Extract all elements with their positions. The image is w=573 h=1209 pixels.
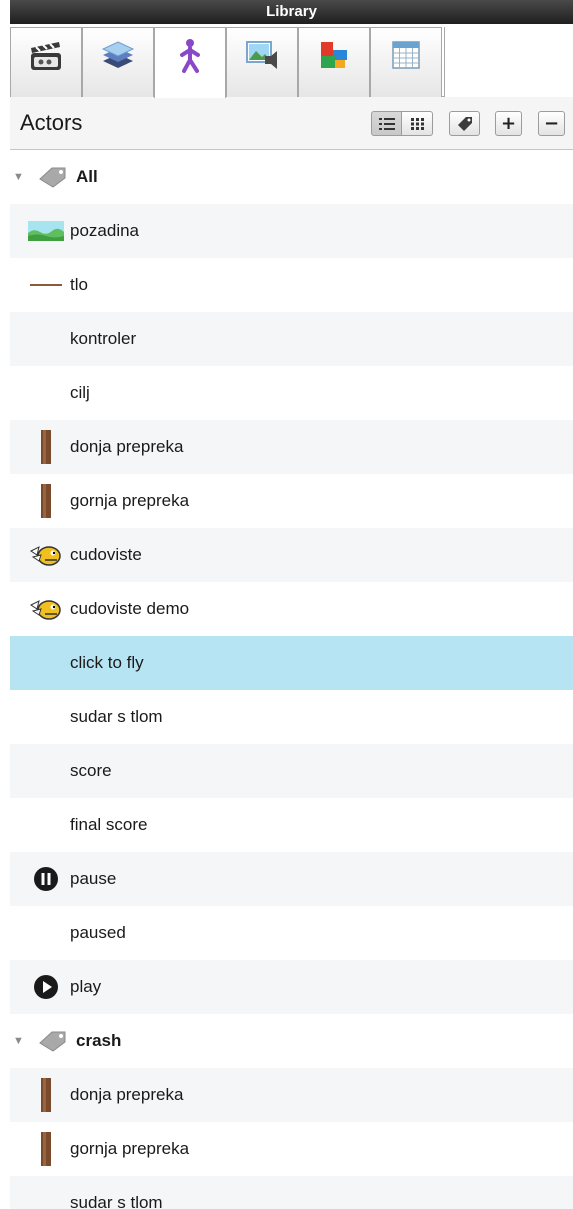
list-item[interactable]: final score <box>10 798 573 852</box>
list-item-label: sudar s tlom <box>70 1193 163 1209</box>
tab-game-settings[interactable] <box>10 27 82 97</box>
list-item[interactable]: sudar s tlom <box>10 1176 573 1209</box>
library-title: Library <box>266 3 317 20</box>
expand-triangle-icon[interactable]: ▼ <box>13 171 24 183</box>
list-item[interactable]: gornja prepreka <box>10 474 573 528</box>
list-item[interactable]: sudar s tlom <box>10 690 573 744</box>
monster-icon <box>27 597 65 621</box>
table-icon <box>392 41 420 69</box>
list-item-label: cudoviste <box>70 545 142 564</box>
list-item-label: pozadina <box>70 221 140 240</box>
list-item-label: tlo <box>70 275 88 294</box>
tag-icon <box>35 1030 71 1052</box>
layers-icon <box>101 41 135 68</box>
remove-icon: − <box>543 112 560 134</box>
group-label: crash <box>76 1031 122 1050</box>
list-item[interactable]: donja prepreka <box>10 420 573 474</box>
image-sound-icon <box>246 41 277 69</box>
expand-triangle-icon[interactable]: ▼ <box>13 1035 24 1047</box>
add-icon: + <box>500 112 517 134</box>
monster-icon <box>27 543 65 567</box>
list-item[interactable]: pause <box>10 852 573 906</box>
page-title: Actors <box>20 110 83 135</box>
group-row-crash[interactable]: ▼ crash <box>10 1014 573 1068</box>
grid-view-icon <box>410 117 424 130</box>
actors-header: Actors + − <box>10 97 573 150</box>
list-item-label: donja prepreka <box>70 437 184 456</box>
grid-view-button[interactable] <box>402 111 433 136</box>
play-icon <box>27 974 65 1000</box>
pipe-icon <box>27 1132 65 1166</box>
tab-tiles[interactable] <box>298 27 370 97</box>
tab-table[interactable] <box>370 27 442 97</box>
list-item-label: cudoviste demo <box>70 599 190 618</box>
background-thumbnail-icon <box>27 221 65 241</box>
list-item[interactable]: cilj <box>10 366 573 420</box>
tab-bar-empty-area <box>444 27 573 97</box>
ground-line-icon <box>27 282 65 288</box>
actor-figure-icon <box>180 39 200 73</box>
list-item[interactable]: donja prepreka <box>10 1068 573 1122</box>
list-view-button[interactable] <box>371 111 402 136</box>
list-item-label: gornja prepreka <box>70 491 190 510</box>
list-item-selected[interactable]: click to fly <box>10 636 573 690</box>
list-item-label: sudar s tlom <box>70 707 163 726</box>
tag-button[interactable] <box>449 111 480 136</box>
clapperboard-icon <box>31 42 61 70</box>
list-item-label: donja prepreka <box>70 1085 184 1104</box>
list-item[interactable]: gornja prepreka <box>10 1122 573 1176</box>
library-title-bar: Library <box>10 0 573 24</box>
list-item-label: paused <box>70 923 126 942</box>
library-tab-bar <box>10 24 573 98</box>
tag-icon <box>457 116 472 131</box>
list-item[interactable]: cudoviste demo <box>10 582 573 636</box>
list-item[interactable]: score <box>10 744 573 798</box>
remove-actor-button[interactable]: − <box>538 111 565 136</box>
list-item[interactable]: play <box>10 960 573 1014</box>
pipe-icon <box>27 1078 65 1112</box>
list-item-label: gornja prepreka <box>70 1139 190 1158</box>
pipe-icon <box>27 430 65 464</box>
tab-layers[interactable] <box>82 27 154 97</box>
list-item[interactable]: kontroler <box>10 312 573 366</box>
add-actor-button[interactable]: + <box>495 111 522 136</box>
list-item-label: pause <box>70 869 117 888</box>
group-row-all[interactable]: ▼ All <box>10 150 573 204</box>
list-item-label: play <box>70 977 102 996</box>
list-item[interactable]: tlo <box>10 258 573 312</box>
tag-icon <box>35 166 71 188</box>
tab-images[interactable] <box>226 27 298 97</box>
group-label: All <box>76 167 98 186</box>
list-item-label: click to fly <box>70 653 144 672</box>
pause-icon <box>27 866 65 892</box>
list-view-icon <box>378 117 395 130</box>
list-item-label: kontroler <box>70 329 137 348</box>
list-item-label: score <box>70 761 112 780</box>
list-item-label: final score <box>70 815 148 834</box>
list-item[interactable]: cudoviste <box>10 528 573 582</box>
pipe-icon <box>27 484 65 518</box>
list-item[interactable]: paused <box>10 906 573 960</box>
list-item-label: cilj <box>70 383 90 402</box>
tiles-icon <box>321 42 347 68</box>
actor-list: ▼ All pozadina tlo kontroler cilj donja … <box>10 150 573 1209</box>
list-item[interactable]: pozadina <box>10 204 573 258</box>
tab-actors[interactable] <box>154 27 226 98</box>
